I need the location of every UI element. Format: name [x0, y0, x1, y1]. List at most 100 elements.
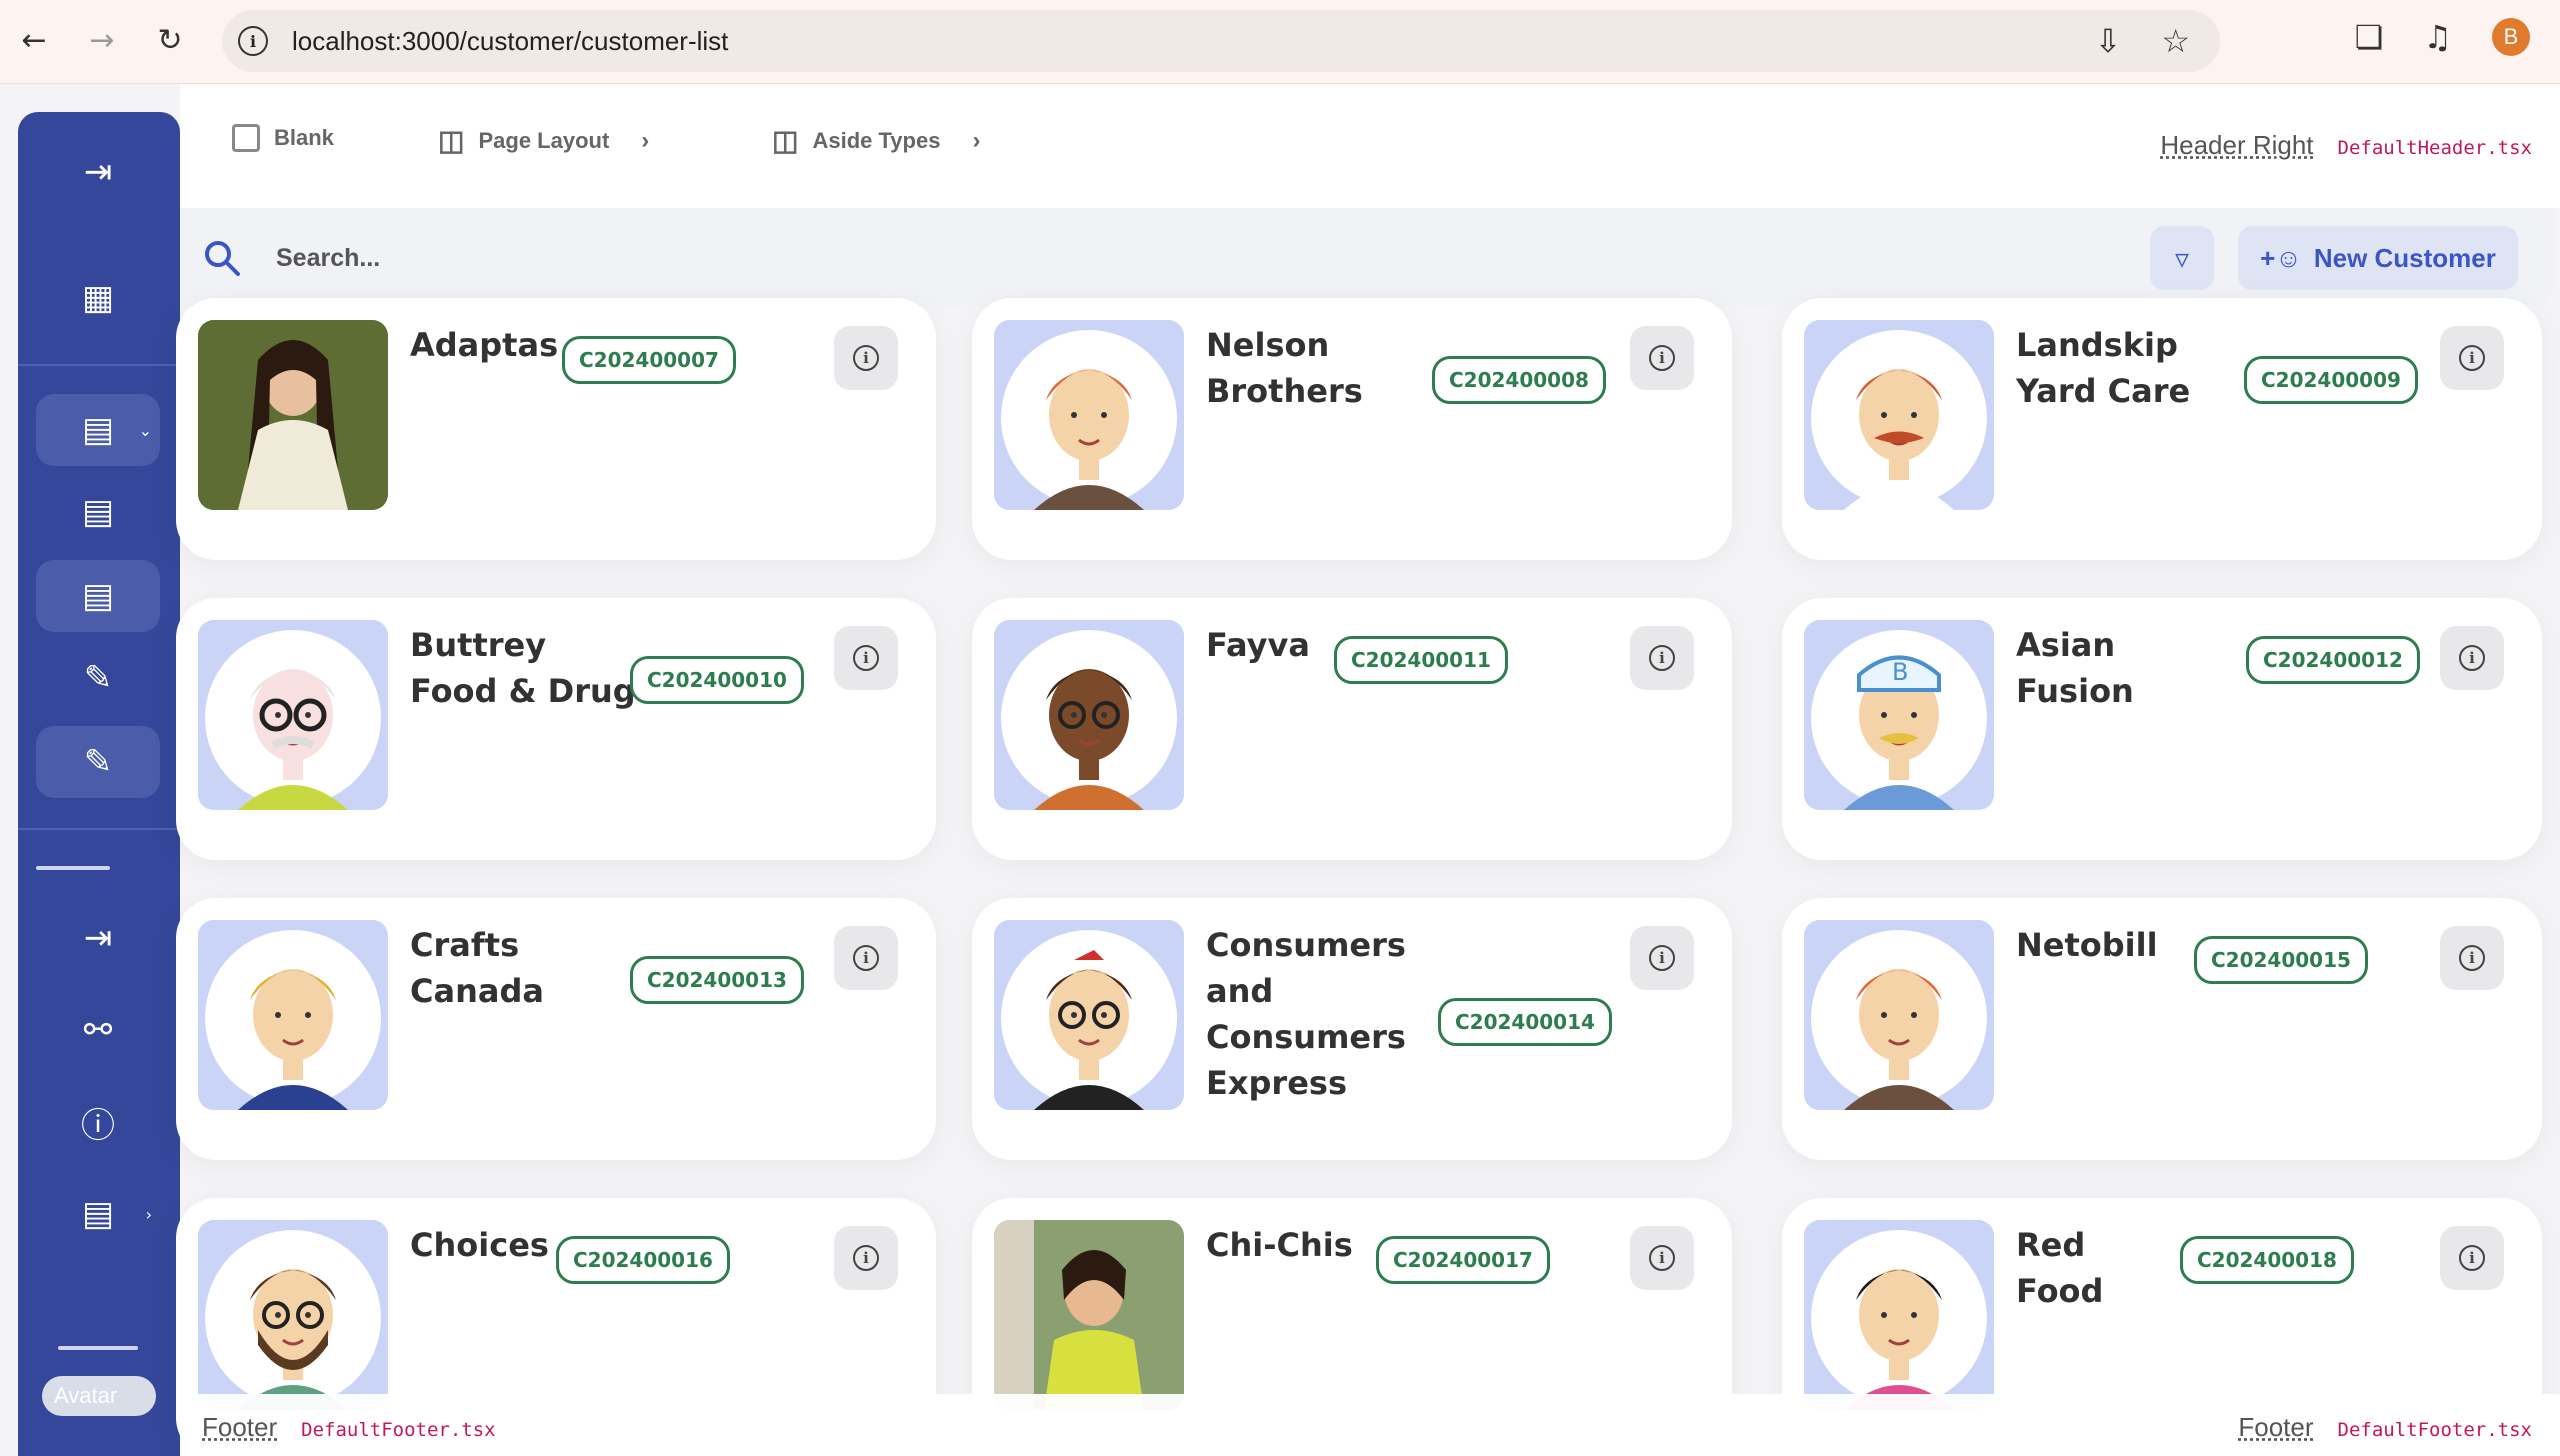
aside-types-menu[interactable]: ◫ Aside Types › — [772, 124, 980, 157]
info-button[interactable]: i — [1630, 626, 1694, 690]
customer-name[interactable]: Nelson Brothers — [1206, 322, 1366, 414]
page-header: Blank ◫ Page Layout › ◫ Aside Types › He… — [180, 84, 2560, 208]
url-text[interactable]: localhost:3000/customer/customer-list — [292, 26, 728, 57]
customer-name[interactable]: Choices — [410, 1222, 570, 1268]
sidebar-item-add-user[interactable]: ⚯ — [36, 994, 160, 1066]
footer-left-label: Footer — [202, 1412, 277, 1443]
sidebar-item-store[interactable]: ▤ ⌄ — [36, 394, 160, 466]
blank-option[interactable]: Blank — [232, 124, 334, 152]
footer-left-file: DefaultFooter.tsx — [301, 1419, 495, 1441]
site-info-icon[interactable]: i — [238, 26, 268, 56]
info-icon: i — [1649, 1245, 1675, 1271]
customer-code-badge: C202400016 — [556, 1236, 730, 1284]
back-arrow-icon[interactable]: ← — [12, 18, 56, 62]
edit-list-icon: ✎ — [84, 742, 113, 782]
new-customer-button[interactable]: +☺ New Customer — [2238, 226, 2518, 290]
media-controls-icon[interactable]: ♫ — [2423, 18, 2452, 56]
sidebar-item-login[interactable]: ⇥ — [36, 902, 160, 974]
customer-card[interactable]: Crafts Canada C202400013 i — [176, 898, 936, 1160]
customer-card[interactable]: Adaptas C202400007 i — [176, 298, 936, 560]
info-button[interactable]: i — [834, 926, 898, 990]
customer-card[interactable]: Netobill C202400015 i — [1782, 898, 2542, 1160]
info-button[interactable]: i — [834, 326, 898, 390]
sidebar-item-edit[interactable]: ✎ — [36, 642, 160, 714]
page-footer: Footer DefaultFooter.tsx Footer DefaultF… — [180, 1394, 2560, 1456]
customer-code-badge: C202400015 — [2194, 936, 2368, 984]
customer-name[interactable]: Fayva — [1206, 622, 1326, 668]
avatar-alt-text: Avatar — [54, 1383, 117, 1409]
customer-name[interactable]: Consumers and Consumers Express — [1206, 922, 1406, 1106]
bookmark-star-icon[interactable]: ☆ — [2161, 22, 2190, 60]
address-bar[interactable]: i localhost:3000/customer/customer-list … — [222, 10, 2220, 72]
customer-card[interactable]: Nelson Brothers C202400008 i — [972, 298, 1732, 560]
profile-avatar[interactable]: B — [2492, 18, 2530, 56]
add-user-icon: +☺ — [2260, 243, 2302, 274]
page-layout-label: Page Layout — [478, 128, 609, 154]
customer-name[interactable]: Buttrey Food & Drug — [410, 622, 640, 714]
forward-arrow-icon[interactable]: → — [80, 18, 124, 62]
customer-name[interactable]: Chi-Chis — [1206, 1222, 1366, 1268]
login-icon: ⇥ — [84, 918, 113, 958]
extensions-icon[interactable]: ❏ — [2355, 18, 2384, 56]
sidebar-toggle-icon[interactable]: ⇥ — [36, 136, 160, 208]
customer-code-badge: C202400012 — [2246, 636, 2420, 684]
edit-list-icon: ✎ — [84, 658, 113, 698]
customer-name[interactable]: Netobill — [2016, 922, 2176, 968]
customer-card[interactable]: Fayva C202400011 i — [972, 598, 1732, 860]
chevron-right-icon: › — [972, 127, 980, 155]
sidebar: ⇥ ▦ ▤ ⌄ ▤ ▤ ✎ ✎ ⇥ ⚯ ⓘ ▤ › Avatar — [18, 112, 180, 1456]
sidebar-item-customer-list[interactable]: ▤ — [36, 560, 160, 632]
customer-avatar — [198, 920, 388, 1110]
customer-code-badge: C202400017 — [1376, 1236, 1550, 1284]
customer-card[interactable]: Landskip Yard Care C202400009 i — [1782, 298, 2542, 560]
sidebar-divider — [18, 828, 180, 830]
customer-avatar — [994, 920, 1184, 1110]
info-button[interactable]: i — [1630, 1226, 1694, 1290]
search-toolbar: ▿ +☺ New Customer — [180, 208, 2554, 306]
store-icon: ▤ — [82, 410, 114, 450]
customer-name[interactable]: Red Food — [2016, 1222, 2176, 1314]
page-layout-menu[interactable]: ◫ Page Layout › — [438, 124, 649, 157]
install-app-icon[interactable]: ⇩ — [2095, 22, 2122, 60]
sidebar-item-list[interactable]: ▤ — [36, 476, 160, 548]
info-icon: i — [853, 645, 879, 671]
sidebar-item-dashboard[interactable]: ▦ — [36, 262, 160, 334]
customer-avatar — [198, 620, 388, 810]
search-icon — [202, 238, 242, 278]
customer-name[interactable]: Adaptas — [410, 322, 570, 368]
info-button[interactable]: i — [2440, 926, 2504, 990]
info-button[interactable]: i — [834, 626, 898, 690]
filter-button[interactable]: ▿ — [2150, 226, 2214, 290]
add-user-icon: ⚯ — [84, 1010, 113, 1050]
customer-name[interactable]: Asian Fusion — [2016, 622, 2236, 714]
sidebar-item-alert[interactable]: ⓘ — [36, 1086, 160, 1158]
info-button[interactable]: i — [1630, 926, 1694, 990]
header-right-label: Header Right — [2160, 130, 2313, 161]
customer-avatar — [994, 1220, 1184, 1410]
list-icon: ▤ — [82, 492, 114, 532]
chevron-down-icon: ⌄ — [139, 421, 152, 440]
info-button[interactable]: i — [834, 1226, 898, 1290]
info-button[interactable]: i — [2440, 326, 2504, 390]
svg-text:B: B — [1892, 658, 1908, 686]
customer-name[interactable]: Crafts Canada — [410, 922, 570, 1014]
info-icon: i — [1649, 345, 1675, 371]
customer-code-badge: C202400007 — [562, 336, 736, 384]
info-icon: i — [1649, 645, 1675, 671]
sidebar-item-store-more[interactable]: ▤ › — [36, 1178, 160, 1250]
customer-code-badge: C202400010 — [630, 656, 804, 704]
checkbox-icon[interactable] — [232, 124, 260, 152]
sidebar-item-edit-active[interactable]: ✎ — [36, 726, 160, 798]
info-button[interactable]: i — [2440, 626, 2504, 690]
search-input[interactable] — [276, 236, 1476, 280]
sidebar-dash — [36, 866, 110, 870]
user-avatar[interactable]: Avatar — [42, 1376, 156, 1416]
customer-card[interactable]: Consumers and Consumers Express C20240001… — [972, 898, 1732, 1160]
dashboard-icon: ▦ — [82, 278, 114, 318]
info-button[interactable]: i — [1630, 326, 1694, 390]
customer-card[interactable]: Buttrey Food & Drug C202400010 i — [176, 598, 936, 860]
customer-card[interactable]: B Asian Fusion C202400012 i — [1782, 598, 2542, 860]
reload-icon[interactable]: ↻ — [148, 18, 192, 62]
customer-name[interactable]: Landskip Yard Care — [2016, 322, 2216, 414]
info-button[interactable]: i — [2440, 1226, 2504, 1290]
